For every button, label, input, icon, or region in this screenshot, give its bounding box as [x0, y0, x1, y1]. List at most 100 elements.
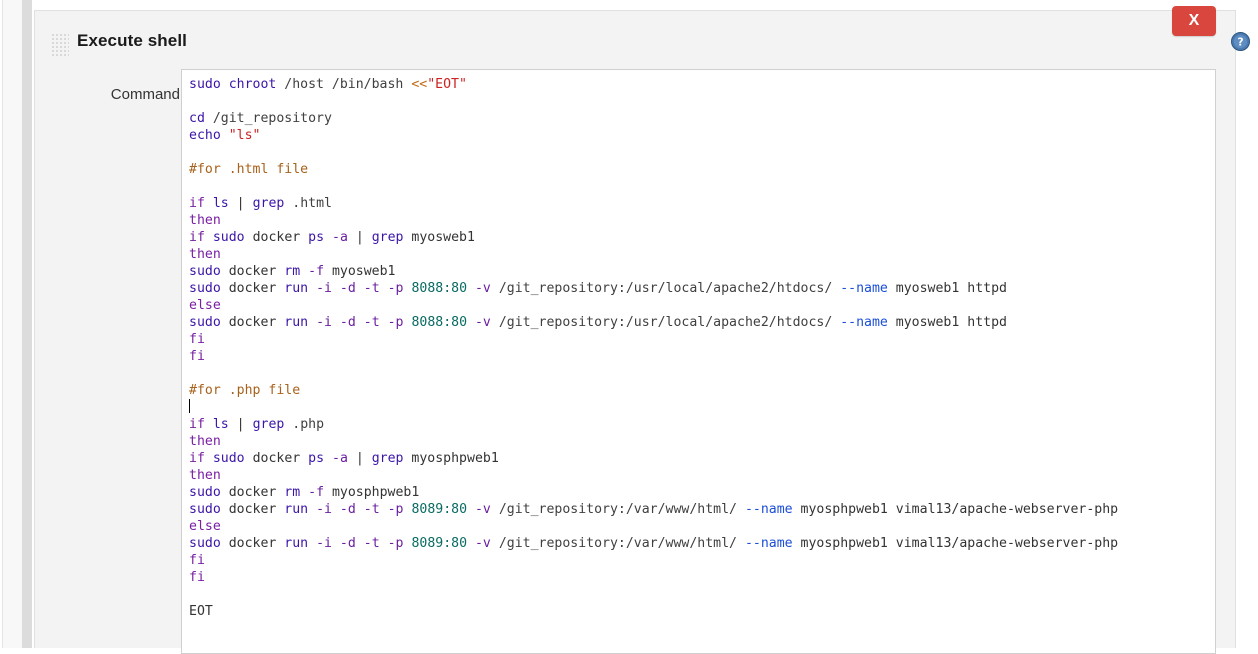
- drag-grip-icon[interactable]: [51, 33, 69, 57]
- code-token: 8088:80: [411, 281, 468, 296]
- help-circle-icon[interactable]: ?: [1231, 32, 1250, 51]
- code-token: -t: [363, 281, 380, 296]
- command-code-editor[interactable]: sudo chroot /host /bin/bash <<"EOT" cd /…: [181, 69, 1216, 654]
- code-token: else: [189, 298, 221, 313]
- code-token: /git_repository: [204, 111, 332, 126]
- code-line: sudo docker rm -f myosphpweb1: [189, 484, 1215, 501]
- code-token: -a: [332, 230, 348, 245]
- code-token: myosphpweb1 vimal13/apache-webserver-php: [792, 536, 1119, 551]
- code-token: /git_repository:/usr/local/apache2/htdoc…: [490, 315, 841, 330]
- code-token: -i: [316, 281, 332, 296]
- code-line: then: [189, 433, 1215, 450]
- code-token: run: [284, 536, 309, 551]
- code-token: -t: [363, 502, 380, 517]
- code-token: /git_repository:/usr/local/apache2/htdoc…: [490, 281, 841, 296]
- code-line: if sudo docker ps -a | grep myosweb1: [189, 229, 1215, 246]
- code-token: ps: [308, 230, 325, 245]
- code-token: docker: [252, 451, 301, 466]
- code-token: grep: [371, 230, 404, 245]
- code-token: myosweb1: [403, 230, 475, 245]
- code-line: else: [189, 297, 1215, 314]
- code-token: -i: [316, 315, 332, 330]
- code-token: -p: [387, 315, 404, 330]
- code-line: then: [189, 467, 1215, 484]
- svg-text:?: ?: [1237, 37, 1243, 49]
- code-token: docker: [252, 230, 301, 245]
- code-token: ls: [212, 196, 229, 211]
- execute-shell-build-step-panel: Execute shell Command sudo chroot /host …: [34, 10, 1236, 654]
- code-token: -d: [339, 536, 356, 551]
- code-token: sudo: [189, 485, 221, 500]
- code-line: EOT: [189, 603, 1215, 620]
- code-token: -p: [387, 502, 404, 517]
- code-token: myosphpweb1 vimal13/apache-webserver-php: [792, 502, 1119, 517]
- code-token: .html: [284, 196, 332, 211]
- code-token: if: [189, 451, 205, 466]
- code-token: -d: [339, 281, 356, 296]
- code-token: -i: [316, 502, 332, 517]
- code-token: 8089:80: [411, 502, 468, 517]
- code-token: run: [284, 281, 309, 296]
- close-button[interactable]: X: [1172, 6, 1216, 36]
- code-token: -v: [474, 502, 491, 517]
- code-line: cd /git_repository: [189, 110, 1215, 127]
- code-token: -t: [363, 315, 380, 330]
- code-token: run: [284, 315, 309, 330]
- code-line: sudo docker rm -f myosweb1: [189, 263, 1215, 280]
- code-token: -d: [339, 315, 356, 330]
- code-line: sudo docker run -i -d -t -p 8088:80 -v /…: [189, 314, 1215, 331]
- build-step-header: Execute shell: [35, 11, 1235, 63]
- code-token: -i: [316, 536, 332, 551]
- code-line: then: [189, 212, 1215, 229]
- code-token: docker: [220, 315, 285, 330]
- code-line: #for .html file: [189, 161, 1215, 178]
- code-token: ls: [212, 417, 229, 432]
- code-line: then: [189, 246, 1215, 263]
- code-token: /git_repository:/var/www/html/: [490, 502, 745, 517]
- code-token: .php: [284, 417, 325, 432]
- code-token: -v: [474, 315, 491, 330]
- code-token: run: [284, 502, 309, 517]
- code-token: -d: [339, 502, 356, 517]
- code-token: -t: [363, 536, 380, 551]
- code-token: then: [189, 434, 221, 449]
- code-token: docker: [220, 264, 285, 279]
- code-token: --name: [840, 315, 888, 330]
- code-line: sudo docker run -i -d -t -p 8089:80 -v /…: [189, 535, 1215, 552]
- code-token: -f: [308, 264, 325, 279]
- code-line: fi: [189, 552, 1215, 569]
- code-token: sudo: [212, 230, 245, 245]
- command-form-row: Command sudo chroot /host /bin/bash <<"E…: [35, 63, 1235, 654]
- code-token: |: [228, 417, 253, 432]
- code-token: myosweb1 httpd: [887, 281, 1007, 296]
- code-token: fi: [189, 349, 205, 364]
- command-code-content[interactable]: sudo chroot /host /bin/bash <<"EOT" cd /…: [182, 70, 1215, 653]
- code-token: docker: [220, 536, 285, 551]
- code-token: sudo: [189, 315, 221, 330]
- code-token: docker: [220, 502, 285, 517]
